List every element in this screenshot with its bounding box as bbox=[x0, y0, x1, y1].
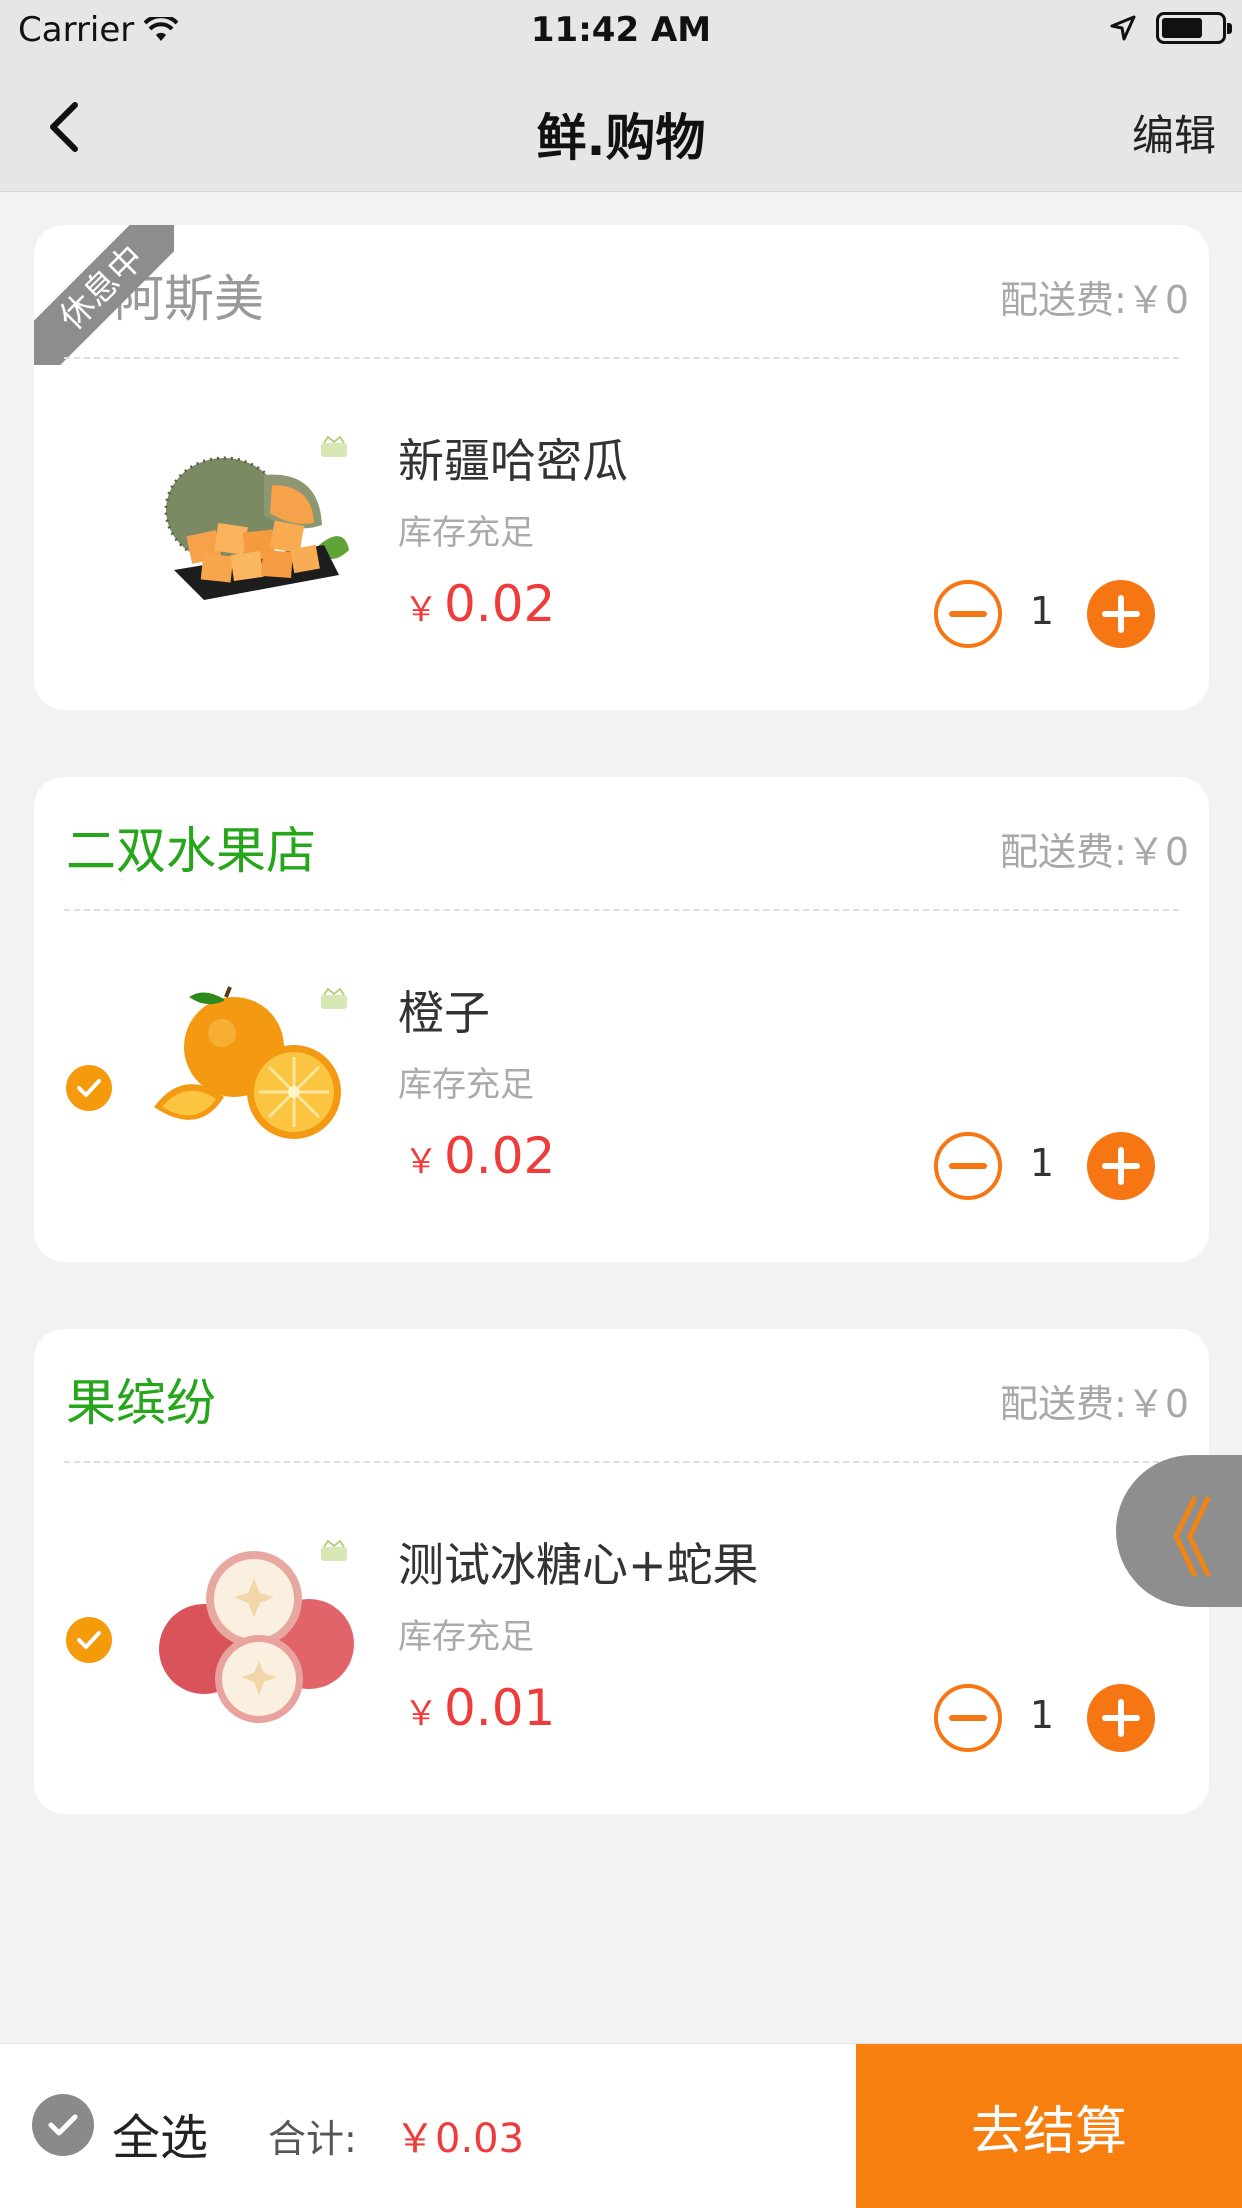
price-amount: 0.02 bbox=[444, 575, 556, 633]
select-all-checkbox[interactable] bbox=[32, 2094, 94, 2156]
checkmark-icon bbox=[77, 1631, 101, 1649]
battery-icon bbox=[1156, 12, 1232, 44]
plus-icon bbox=[1102, 595, 1140, 633]
total-label: 合计: bbox=[268, 2117, 357, 2161]
product-price: ￥ 0.02 bbox=[404, 1127, 555, 1185]
dashed-divider bbox=[64, 909, 1179, 911]
double-chevron-left-icon: 《 bbox=[1128, 1489, 1214, 1590]
item-select-checkbox[interactable] bbox=[66, 1065, 112, 1111]
quantity-value: 1 bbox=[1029, 589, 1055, 633]
product-name[interactable]: 橙子 bbox=[398, 977, 490, 1043]
status-bar: Carrier 11:42 AM bbox=[0, 0, 1242, 62]
product-name[interactable]: 新疆哈密瓜 bbox=[398, 425, 628, 491]
closed-ribbon-badge: 休息中 bbox=[34, 225, 174, 365]
location-arrow-icon bbox=[1110, 15, 1136, 41]
stock-status: 库存充足 bbox=[398, 513, 534, 553]
dashed-divider bbox=[64, 1461, 1179, 1463]
shop-card: 二双水果店 配送费:￥0 橙子 库存充足 ￥ 0.02 1 bbox=[34, 777, 1209, 1262]
brand-badge-icon bbox=[321, 435, 347, 457]
clock: 11:42 AM bbox=[530, 10, 712, 50]
plus-icon bbox=[1102, 1147, 1140, 1185]
shop-card: 阿斯美 休息中 配送费:￥0 新疆哈密瓜 库存充足 ￥ 0.02 1 bbox=[34, 225, 1209, 710]
decrease-quantity-button[interactable] bbox=[934, 1132, 1002, 1200]
side-drawer-toggle[interactable]: 《 bbox=[1116, 1455, 1242, 1607]
quantity-value: 1 bbox=[1029, 1693, 1055, 1737]
currency-symbol: ￥ bbox=[404, 1142, 438, 1182]
decrease-quantity-button[interactable] bbox=[934, 1684, 1002, 1752]
plus-icon bbox=[1102, 1699, 1140, 1737]
delivery-fee: 配送费:￥0 bbox=[1000, 830, 1189, 874]
currency-symbol: ￥ bbox=[404, 1694, 438, 1734]
product-price: ￥ 0.01 bbox=[404, 1679, 555, 1737]
checkmark-icon bbox=[77, 1079, 101, 1097]
total-price: ￥0.03 bbox=[395, 2116, 525, 2162]
increase-quantity-button[interactable] bbox=[1087, 1684, 1155, 1752]
page-title: 鲜.购物 bbox=[536, 109, 706, 167]
increase-quantity-button[interactable] bbox=[1087, 580, 1155, 648]
price-amount: 0.01 bbox=[444, 1679, 556, 1737]
shop-name[interactable]: 二双水果店 bbox=[66, 811, 316, 883]
product-price: ￥ 0.02 bbox=[404, 575, 555, 633]
stock-status: 库存充足 bbox=[398, 1065, 534, 1105]
checkout-button[interactable]: 去结算 bbox=[856, 2044, 1242, 2208]
decrease-quantity-button[interactable] bbox=[934, 580, 1002, 648]
navigation-bar: 鲜.购物 编辑 bbox=[0, 62, 1242, 192]
stock-status: 库存充足 bbox=[398, 1617, 534, 1657]
dashed-divider bbox=[64, 357, 1179, 359]
edit-button[interactable]: 编辑 bbox=[1132, 102, 1216, 163]
price-amount: 0.02 bbox=[444, 1127, 556, 1185]
quantity-value: 1 bbox=[1029, 1141, 1055, 1185]
checkmark-icon bbox=[48, 2114, 78, 2136]
delivery-fee: 配送费:￥0 bbox=[1000, 1382, 1189, 1426]
product-name[interactable]: 测试冰糖心+蛇果 bbox=[398, 1529, 759, 1595]
brand-badge-icon bbox=[321, 1539, 347, 1561]
cart-summary-bar: 全选 合计: ￥0.03 去结算 bbox=[0, 2043, 1242, 2208]
delivery-fee: 配送费:￥0 bbox=[1000, 278, 1189, 322]
select-all-label[interactable]: 全选 bbox=[112, 2098, 208, 2168]
currency-symbol: ￥ bbox=[404, 590, 438, 630]
brand-badge-icon bbox=[321, 987, 347, 1009]
increase-quantity-button[interactable] bbox=[1087, 1132, 1155, 1200]
item-select-checkbox[interactable] bbox=[66, 1617, 112, 1663]
shop-name[interactable]: 果缤纷 bbox=[66, 1363, 216, 1435]
shop-card: 果缤纷 配送费:￥0 测试冰糖心+蛇果 库存充足 ￥ 0.01 1 bbox=[34, 1329, 1209, 1814]
